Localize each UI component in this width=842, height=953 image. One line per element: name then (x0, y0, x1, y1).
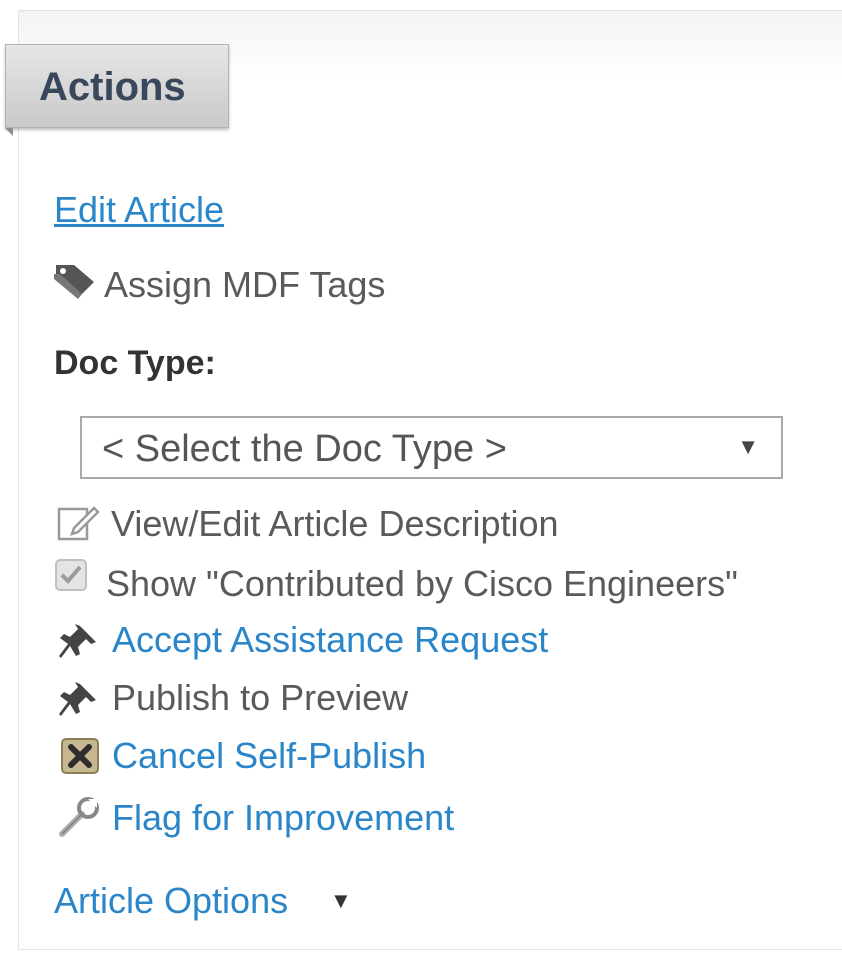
article-options-dropdown[interactable]: Article Options (54, 883, 288, 919)
show-contributed-label: Show "Contributed by Cisco Engineers" (106, 563, 738, 604)
assign-mdf-tags-action[interactable]: Assign MDF Tags (104, 267, 385, 303)
doc-type-select[interactable]: < Select the Doc Type > ▼ (80, 416, 783, 479)
accept-assistance-request-link[interactable]: Accept Assistance Request (112, 622, 548, 658)
pin-icon (58, 680, 102, 725)
flag-for-improvement-link[interactable]: Flag for Improvement (112, 800, 454, 836)
cancel-x-box-icon (60, 737, 100, 780)
cancel-self-publish-link[interactable]: Cancel Self-Publish (112, 738, 426, 774)
tags-icon (52, 262, 98, 307)
checkbox-checked-icon[interactable] (54, 558, 88, 597)
doc-type-label: Doc Type: (54, 344, 216, 382)
edit-article-link[interactable]: Edit Article (54, 192, 224, 228)
view-edit-description-action[interactable]: View/Edit Article Description (111, 506, 559, 542)
chevron-down-icon: ▼ (737, 434, 759, 459)
publish-to-preview-action[interactable]: Publish to Preview (112, 680, 408, 716)
wrench-icon (58, 796, 102, 843)
doc-type-selected-value: < Select the Doc Type > (102, 428, 507, 470)
actions-tab: Actions (5, 44, 229, 128)
edit-note-icon (56, 504, 100, 549)
caret-down-icon[interactable]: ▼ (330, 890, 352, 912)
panel-title: Actions (39, 65, 186, 109)
tab-fold-decoration (5, 128, 13, 136)
pin-icon (58, 622, 102, 667)
